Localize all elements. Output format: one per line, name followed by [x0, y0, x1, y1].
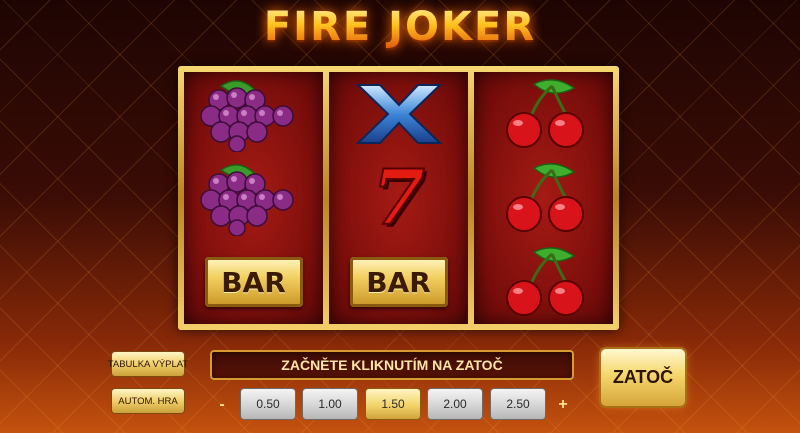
reel-2-symbol-2: 7: [329, 156, 468, 240]
reel-1-symbol-1: [184, 72, 323, 156]
reel-3-symbol-1: [474, 72, 613, 156]
reel-3-symbol-2: [474, 156, 613, 240]
reel-2-symbol-1: [329, 72, 468, 156]
reel-1-symbol-2: [184, 156, 323, 240]
bet-option-0-50[interactable]: 0.50: [241, 389, 295, 419]
bet-option-2-00[interactable]: 2.00: [428, 389, 482, 419]
cherries-icon: [505, 247, 584, 316]
status-message: ZAČNĚTE KLIKNUTÍM NA ZATOČ: [210, 350, 574, 380]
x-icon: [355, 84, 442, 144]
bet-option-2-50[interactable]: 2.50: [491, 389, 545, 419]
bet-option-1-00[interactable]: 1.00: [303, 389, 357, 419]
bet-option-1-50-selected[interactable]: 1.50: [366, 389, 420, 419]
bet-decrease-button[interactable]: -: [215, 396, 229, 414]
grapes-icon: [199, 80, 294, 152]
reel-3-symbol-3: [474, 240, 613, 324]
bar-symbol: BAR: [349, 257, 448, 307]
reel-2: 7 BAR: [329, 72, 468, 324]
reel-2-symbol-3: BAR: [329, 240, 468, 324]
grapes-icon: [199, 164, 294, 236]
bar-label: BAR: [366, 265, 431, 299]
cherries-icon: [505, 163, 584, 232]
seven-icon: 7: [371, 153, 426, 242]
bar-label: BAR: [221, 265, 286, 299]
reel-1: BAR: [184, 72, 323, 324]
cherries-icon: [505, 79, 584, 148]
spin-button[interactable]: ZATOČ: [601, 349, 685, 406]
reel-3: [474, 72, 613, 324]
autoplay-button[interactable]: AUTOM. HRA: [112, 389, 184, 413]
bet-increase-button[interactable]: +: [556, 396, 570, 414]
reel-1-symbol-3: BAR: [184, 240, 323, 324]
bar-symbol: BAR: [204, 257, 303, 307]
game-title: FIRE JOKER: [0, 4, 800, 50]
reels-frame: BAR 7 BAR: [178, 66, 619, 330]
paytable-button[interactable]: TABULKA VÝPLAT: [108, 352, 188, 376]
